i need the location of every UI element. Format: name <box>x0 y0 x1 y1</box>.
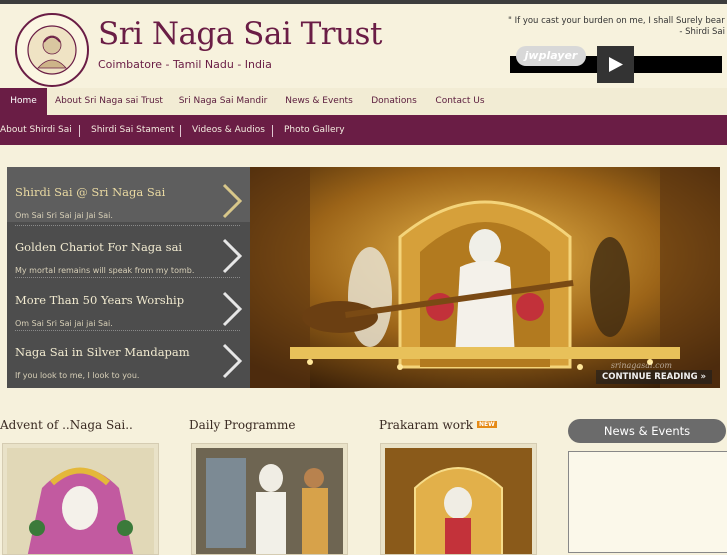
slide-desc: My mortal remains will speak from my tom… <box>15 266 195 275</box>
new-badge: NEW <box>476 421 497 428</box>
nav-mandir[interactable]: Sri Naga Sai Mandir <box>176 88 270 115</box>
site-title[interactable]: Sri Naga Sai Trust <box>98 16 382 52</box>
nav-contact[interactable]: Contact Us <box>432 88 488 115</box>
chevron-right-icon <box>222 183 243 219</box>
nav-about-trust[interactable]: About Sri Naga sai Trust <box>52 88 166 115</box>
card-title-advent[interactable]: Advent of ..Naga Sai.. <box>0 418 133 432</box>
primary-nav: Home About Sri Naga sai Trust Sri Naga S… <box>0 88 727 116</box>
slide-title: Shirdi Sai @ Sri Naga Sai <box>15 185 166 199</box>
slider-menu: Shirdi Sai @ Sri Naga Sai Om Sai Sri Sai… <box>7 167 250 388</box>
slide-title: Naga Sai in Silver Mandapam <box>15 345 190 359</box>
naga-sai-idol-image <box>7 448 154 554</box>
temple-shrine-image <box>250 167 720 388</box>
slide-item[interactable]: Golden Chariot For Naga sai My mortal re… <box>7 222 250 277</box>
nav-about-shirdi-sai[interactable]: About Shirdi Sai <box>0 115 72 145</box>
nav-photo-gallery[interactable]: Photo Gallery <box>284 115 345 145</box>
card-title-prakaram[interactable]: Prakaram work NEW <box>379 418 497 432</box>
news-events-panel <box>568 451 727 553</box>
nav-shirdi-sai-stament[interactable]: Shirdi Sai Stament <box>91 115 174 145</box>
slide-item[interactable]: Shirdi Sai @ Sri Naga Sai Om Sai Sri Sai… <box>7 167 250 222</box>
card-image-advent[interactable] <box>2 443 159 555</box>
chevron-right-icon <box>222 238 243 274</box>
trust-seal-logo[interactable] <box>14 12 90 88</box>
card-title-daily-programme[interactable]: Daily Programme <box>189 418 296 432</box>
site-subtitle: Coimbatore - Tamil Nadu - India <box>98 58 272 71</box>
featured-slider: Shirdi Sai @ Sri Naga Sai Om Sai Sri Sai… <box>7 167 720 388</box>
play-button[interactable] <box>597 46 634 83</box>
card-image-prakaram[interactable] <box>380 443 537 555</box>
secondary-nav: About Shirdi Sai Shirdi Sai Stament Vide… <box>0 115 727 145</box>
slide-title: Golden Chariot For Naga sai <box>15 240 183 254</box>
image-watermark: srinagasai.com <box>610 361 672 370</box>
nav-separator <box>272 125 273 137</box>
nav-separator <box>79 125 80 137</box>
nav-news-events[interactable]: News & Events <box>282 88 356 115</box>
slide-title: More Than 50 Years Worship <box>15 293 185 307</box>
slide-desc: Om Sai Sri Sai jai Jai Sai. <box>15 211 113 220</box>
nav-home[interactable]: Home <box>0 88 47 115</box>
play-icon <box>609 57 623 72</box>
continue-reading-link[interactable]: CONTINUE READING » <box>595 370 712 384</box>
chevron-right-icon <box>222 343 243 379</box>
daily-programme-image <box>196 448 343 554</box>
chevron-right-icon <box>222 291 243 327</box>
nav-separator <box>180 125 181 137</box>
card-image-daily-programme[interactable] <box>191 443 348 555</box>
news-events-button[interactable]: News & Events <box>568 419 726 443</box>
nav-donations[interactable]: Donations <box>366 88 422 115</box>
slide-image[interactable]: srinagasai.com CONTINUE READING » <box>250 167 720 388</box>
nav-videos-audios[interactable]: Videos & Audios <box>192 115 265 145</box>
card-title-text: Prakaram work <box>379 418 473 432</box>
quote-author: - Shirdi Sai <box>679 27 725 37</box>
slide-item[interactable]: More Than 50 Years Worship Om Sai Sri Sa… <box>7 275 250 330</box>
jwplayer-logo: jwplayer <box>516 46 586 66</box>
slide-desc: If you look to me, I look to you. <box>15 371 140 380</box>
slide-item[interactable]: Naga Sai in Silver Mandapam If you look … <box>7 327 250 382</box>
prakaram-work-image <box>385 448 532 554</box>
